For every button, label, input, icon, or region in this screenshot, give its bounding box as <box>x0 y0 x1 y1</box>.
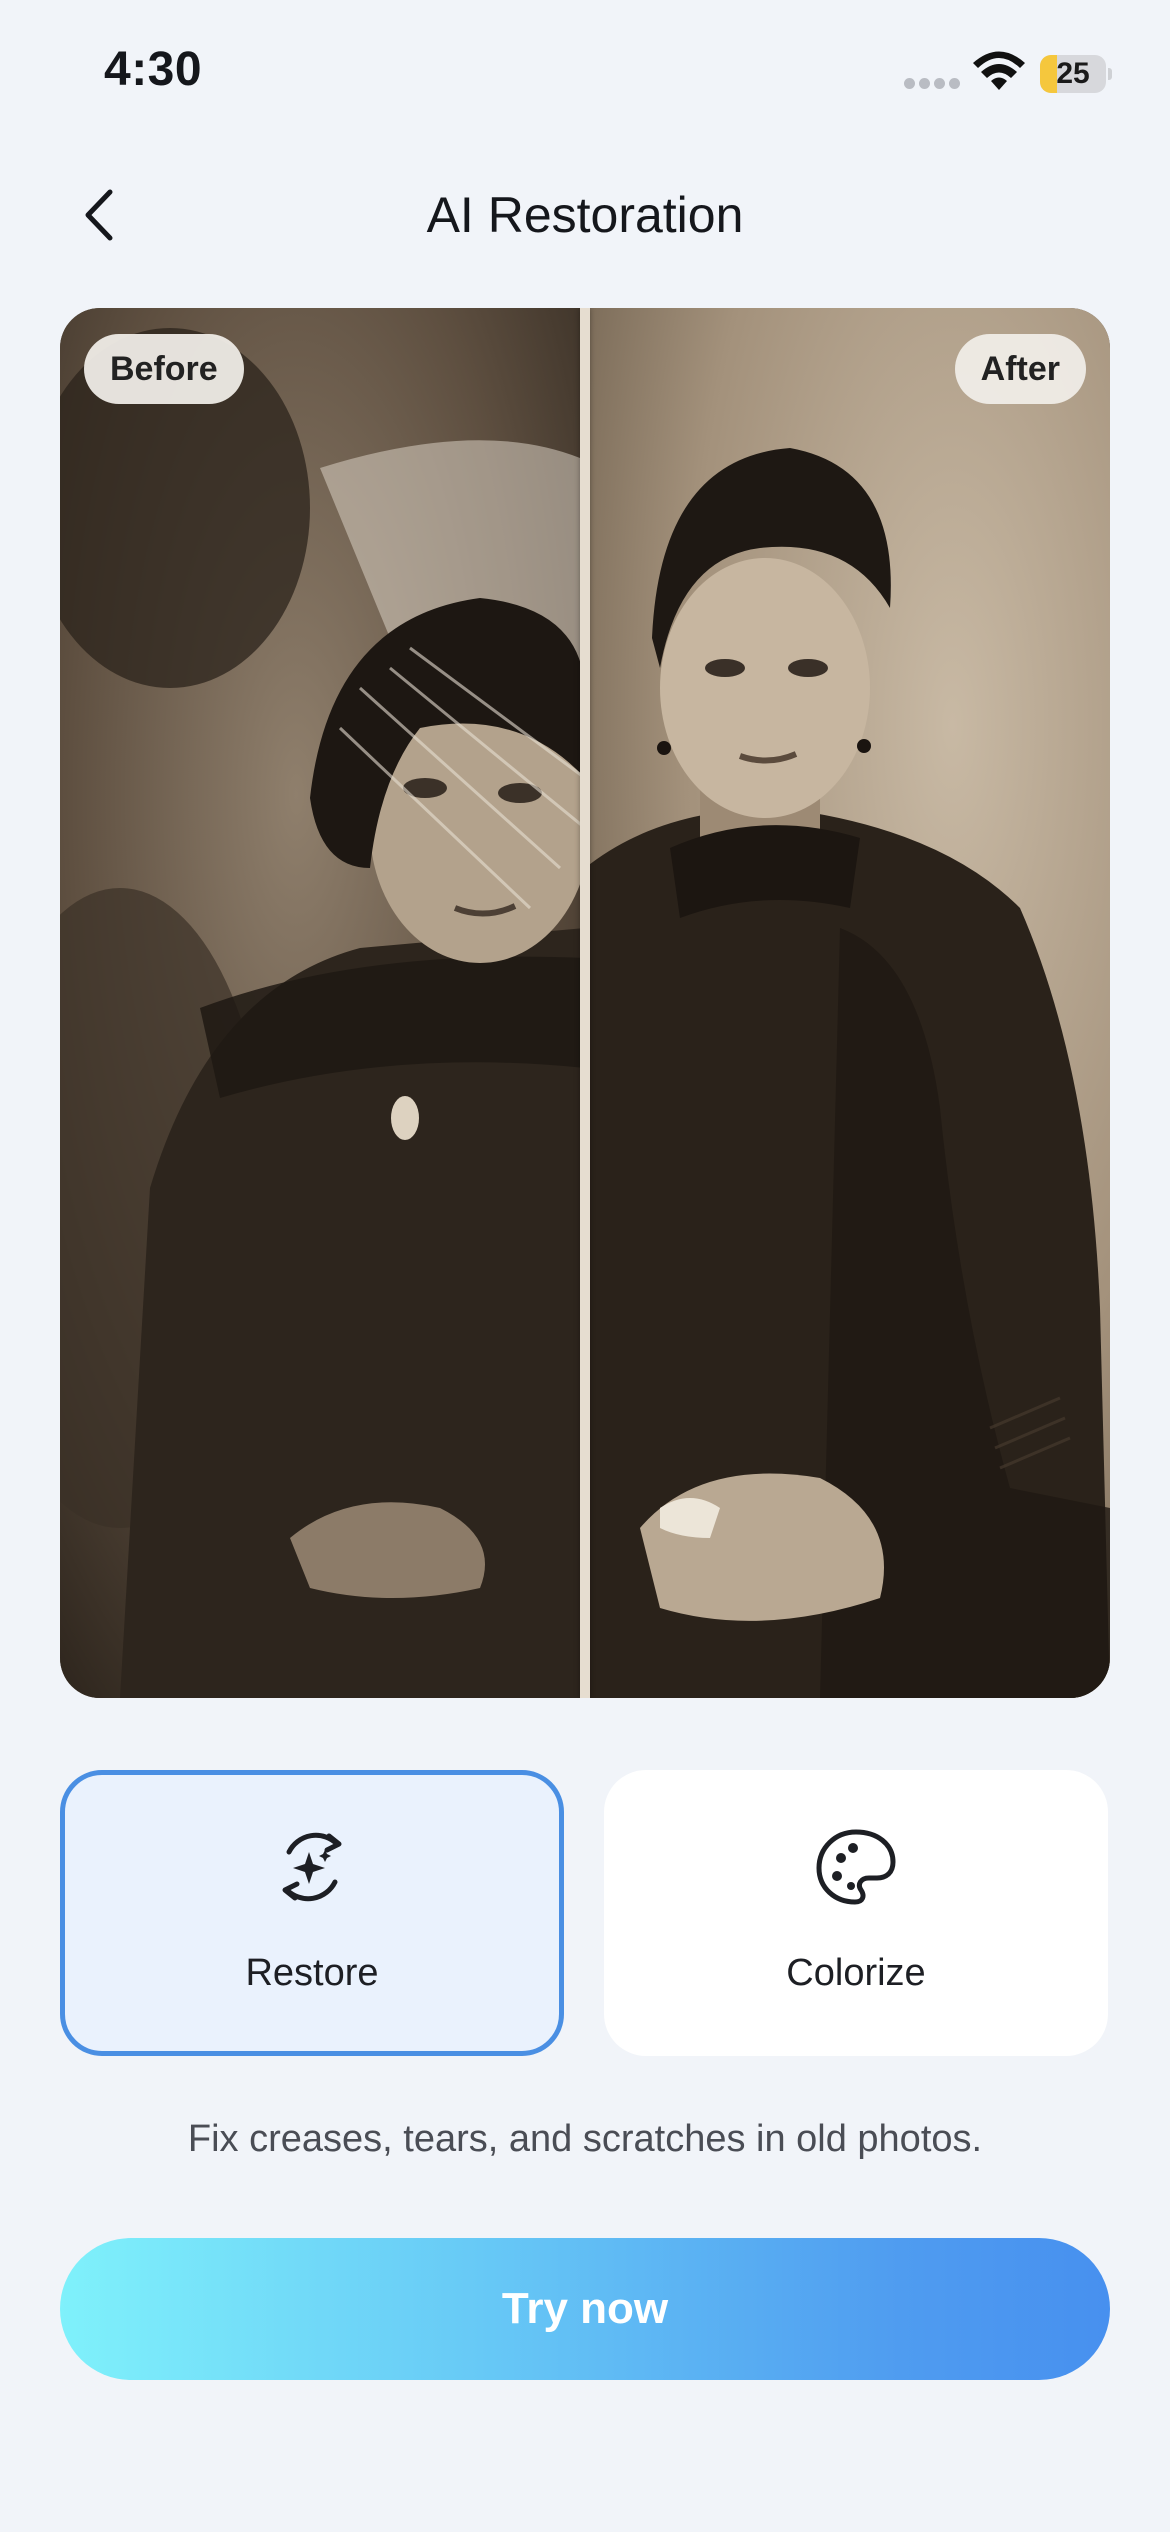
status-time: 4:30 <box>104 43 203 96</box>
after-label: After <box>954 334 1086 404</box>
palette-icon <box>816 1829 896 1905</box>
before-after-comparison[interactable]: Before After <box>60 308 1110 1698</box>
signal-dots-icon <box>904 78 960 92</box>
try-now-button[interactable]: Try now <box>60 2238 1110 2380</box>
restore-label: Restore <box>245 1952 379 1994</box>
restore-sparkle-icon <box>282 1832 342 1902</box>
before-label: Before <box>84 334 244 404</box>
restore-mode-card[interactable]: Restore <box>60 1770 564 2056</box>
battery-icon: 25 <box>1040 55 1112 93</box>
status-bar: 4:30 25 <box>0 0 1170 140</box>
comparison-divider-handle[interactable] <box>580 308 590 1698</box>
colorize-mode-card[interactable]: Colorize <box>604 1770 1108 2056</box>
page-title: AI Restoration <box>426 187 744 243</box>
colorize-label: Colorize <box>786 1952 926 1994</box>
screen: 4:30 25 AI Restoration Before After Rest… <box>0 0 1170 2532</box>
nav-header: AI Restoration <box>0 160 1170 270</box>
mode-description: Fix creases, tears, and scratches in old… <box>187 2118 983 2160</box>
battery-level: 25 <box>1056 57 1090 90</box>
wifi-icon <box>973 51 1025 90</box>
